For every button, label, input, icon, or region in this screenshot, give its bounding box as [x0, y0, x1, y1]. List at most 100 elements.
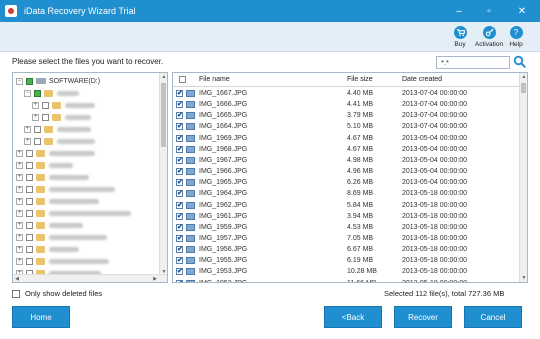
- tree-expander[interactable]: +: [16, 233, 23, 241]
- tree-expander[interactable]: +: [16, 221, 23, 229]
- tree-expander[interactable]: +: [24, 137, 31, 145]
- tree-item[interactable]: +: [16, 207, 131, 219]
- column-file-name[interactable]: File name: [199, 76, 230, 83]
- file-checkbox[interactable]: ✔: [176, 156, 183, 164]
- file-checkbox[interactable]: ✔: [176, 223, 183, 231]
- tree-expander[interactable]: +: [16, 173, 23, 181]
- scroll-down-arrow-icon[interactable]: ▼: [520, 274, 527, 282]
- tree-expander[interactable]: +: [16, 197, 23, 205]
- only-deleted-option[interactable]: Only show deleted files: [12, 289, 102, 298]
- tree-item[interactable]: +: [16, 171, 89, 183]
- tree-root[interactable]: − SOFTWARE(D:): [16, 75, 100, 87]
- folder-tree[interactable]: − SOFTWARE(D:) − + + + + + + + + + + + +…: [12, 72, 168, 283]
- tree-checkbox[interactable]: [42, 101, 49, 109]
- tree-checkbox[interactable]: [26, 77, 33, 85]
- file-date: 2013-05-18 00:00:00: [402, 234, 467, 242]
- tree-vertical-scrollbar[interactable]: ▲ ▼: [159, 73, 167, 276]
- file-vertical-scrollbar[interactable]: ▲ ▼: [519, 73, 527, 282]
- tree-expander[interactable]: +: [24, 125, 31, 133]
- tree-horizontal-scrollbar[interactable]: ◀ ▶: [13, 274, 167, 282]
- tree-expander[interactable]: +: [32, 113, 39, 121]
- file-list[interactable]: File name File size Date created ✔ IMG_16…: [172, 72, 528, 283]
- file-checkbox[interactable]: ✔: [176, 134, 183, 142]
- home-button[interactable]: Home: [12, 306, 70, 328]
- tree-item[interactable]: +: [16, 243, 79, 255]
- tree-item[interactable]: +: [32, 111, 91, 123]
- file-checkbox[interactable]: ✔: [176, 190, 183, 198]
- file-checkbox[interactable]: ✔: [176, 123, 183, 131]
- tree-item[interactable]: +: [16, 219, 83, 231]
- tree-item[interactable]: +: [24, 123, 91, 135]
- only-deleted-checkbox[interactable]: [12, 289, 20, 298]
- file-checkbox[interactable]: ✔: [176, 101, 183, 109]
- image-file-icon: [186, 101, 195, 109]
- scroll-left-arrow-icon[interactable]: ◀: [13, 275, 21, 282]
- tree-checkbox[interactable]: [26, 185, 33, 193]
- tree-checkbox[interactable]: [26, 257, 33, 265]
- tree-checkbox[interactable]: [42, 113, 49, 121]
- file-checkbox[interactable]: ✔: [176, 234, 183, 242]
- tree-expander[interactable]: −: [24, 89, 31, 97]
- close-button[interactable]: ✕: [504, 0, 540, 22]
- file-checkbox[interactable]: ✔: [176, 279, 183, 282]
- file-checkbox[interactable]: ✔: [176, 179, 183, 187]
- tree-item[interactable]: +: [32, 99, 95, 111]
- tree-checkbox[interactable]: [26, 173, 33, 181]
- file-checkbox[interactable]: ✔: [176, 168, 183, 176]
- tree-item[interactable]: +: [16, 159, 73, 171]
- file-checkbox[interactable]: ✔: [176, 145, 183, 153]
- maximize-button[interactable]: ▫: [474, 0, 504, 22]
- folder-icon: [36, 185, 45, 193]
- select-all-checkbox[interactable]: [179, 76, 186, 83]
- tree-checkbox[interactable]: [26, 149, 33, 157]
- tree-expander[interactable]: −: [16, 77, 23, 85]
- scroll-thumb[interactable]: [521, 83, 526, 93]
- scroll-right-arrow-icon[interactable]: ▶: [151, 275, 159, 282]
- tree-expander[interactable]: +: [16, 209, 23, 217]
- tree-item[interactable]: +: [16, 147, 95, 159]
- tree-expander[interactable]: +: [16, 185, 23, 193]
- minimize-button[interactable]: –: [444, 0, 474, 22]
- scroll-up-arrow-icon[interactable]: ▲: [520, 73, 527, 81]
- cancel-button[interactable]: Cancel: [464, 306, 522, 328]
- tree-expander[interactable]: +: [16, 149, 23, 157]
- tree-expander[interactable]: +: [16, 161, 23, 169]
- file-checkbox[interactable]: ✔: [176, 257, 183, 265]
- file-checkbox[interactable]: ✔: [176, 246, 183, 254]
- tree-checkbox[interactable]: [26, 209, 33, 217]
- buy-button[interactable]: Buy: [444, 26, 476, 48]
- filter-input[interactable]: *.*: [436, 56, 510, 69]
- tree-expander[interactable]: +: [16, 257, 23, 265]
- file-checkbox[interactable]: ✔: [176, 201, 183, 209]
- help-button[interactable]: ? Help: [500, 26, 532, 48]
- tree-checkbox[interactable]: [34, 89, 41, 97]
- tree-checkbox[interactable]: [26, 233, 33, 241]
- scroll-up-arrow-icon[interactable]: ▲: [160, 73, 167, 81]
- tree-item[interactable]: −: [24, 87, 79, 99]
- column-date-created[interactable]: Date created: [402, 76, 442, 83]
- blurred-label: [49, 186, 115, 192]
- tree-checkbox[interactable]: [26, 197, 33, 205]
- tree-checkbox[interactable]: [34, 125, 41, 133]
- recover-button[interactable]: Recover: [394, 306, 452, 328]
- file-checkbox[interactable]: ✔: [176, 268, 183, 276]
- tree-expander[interactable]: +: [16, 245, 23, 253]
- back-button[interactable]: <Back: [324, 306, 382, 328]
- tree-checkbox[interactable]: [26, 221, 33, 229]
- search-button[interactable]: [513, 55, 527, 69]
- file-checkbox[interactable]: ✔: [176, 212, 183, 220]
- file-checkbox[interactable]: ✔: [176, 112, 183, 120]
- file-row[interactable]: ✔ IMG_1952.JPG 11.66 MB 2013-05-18 00:00:00: [173, 278, 519, 282]
- tree-item[interactable]: +: [24, 135, 95, 147]
- tree-item[interactable]: +: [16, 195, 99, 207]
- tree-item[interactable]: +: [16, 183, 115, 195]
- tree-checkbox[interactable]: [26, 245, 33, 253]
- file-checkbox[interactable]: ✔: [176, 90, 183, 97]
- tree-checkbox[interactable]: [34, 137, 41, 145]
- tree-item[interactable]: +: [16, 231, 107, 243]
- scroll-thumb[interactable]: [161, 83, 166, 147]
- tree-expander[interactable]: +: [32, 101, 39, 109]
- tree-checkbox[interactable]: [26, 161, 33, 169]
- tree-item[interactable]: +: [16, 255, 109, 267]
- column-file-size[interactable]: File size: [347, 76, 373, 83]
